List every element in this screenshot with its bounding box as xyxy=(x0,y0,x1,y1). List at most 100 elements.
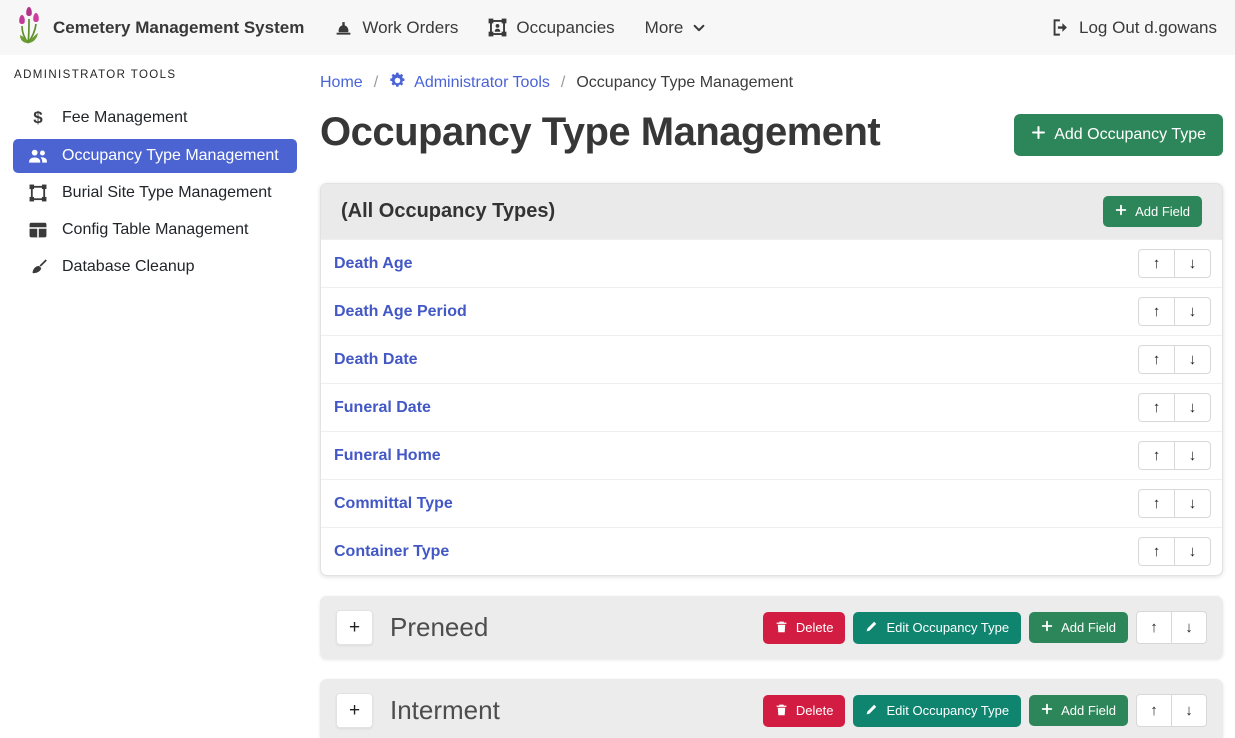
app-window: Cemetery Management System Work Orders xyxy=(0,0,1235,738)
field-link-committal-type[interactable]: Committal Type xyxy=(334,495,453,513)
field-row: Funeral Date ↑ ↓ xyxy=(321,383,1222,431)
field-link-death-age[interactable]: Death Age xyxy=(334,255,413,273)
reorder-buttons: ↑ ↓ xyxy=(1138,441,1211,470)
sidebar-heading: ADMINISTRATOR TOOLS xyxy=(0,61,310,97)
arrow-up-icon: ↑ xyxy=(1153,304,1161,319)
move-up-button[interactable]: ↑ xyxy=(1138,441,1175,470)
expand-button[interactable]: + xyxy=(336,610,373,645)
field-row: Death Age ↑ ↓ xyxy=(321,239,1222,287)
page-title: Occupancy Type Management xyxy=(320,110,880,154)
logout-button[interactable]: Log Out d.gowans xyxy=(1051,18,1217,38)
dollar-icon: $ xyxy=(27,108,49,128)
chevron-down-icon xyxy=(692,21,706,35)
add-field-button[interactable]: Add Field xyxy=(1029,695,1128,726)
arrow-up-icon: ↑ xyxy=(1153,448,1161,463)
arrow-up-icon: ↑ xyxy=(1153,256,1161,271)
delete-label: Delete xyxy=(796,620,834,635)
reorder-buttons: ↑ ↓ xyxy=(1138,489,1211,518)
arrow-up-icon: ↑ xyxy=(1153,496,1161,511)
breadcrumb-home-label: Home xyxy=(320,74,363,92)
move-down-button[interactable]: ↓ xyxy=(1174,249,1211,278)
move-up-button[interactable]: ↑ xyxy=(1138,297,1175,326)
plus-icon xyxy=(1041,703,1053,718)
field-link-funeral-date[interactable]: Funeral Date xyxy=(334,399,431,417)
sidebar-item-occupancy-type-management[interactable]: Occupancy Type Management xyxy=(13,139,297,173)
move-up-button[interactable]: ↑ xyxy=(1136,611,1172,644)
move-up-button[interactable]: ↑ xyxy=(1138,345,1175,374)
gear-icon xyxy=(389,72,406,94)
field-link-death-date[interactable]: Death Date xyxy=(334,351,418,369)
reorder-buttons: ↑ ↓ xyxy=(1138,393,1211,422)
section-actions: Delete Edit Occupancy Type Add Field xyxy=(763,611,1207,644)
nav-work-orders[interactable]: Work Orders xyxy=(334,18,458,38)
breadcrumb-admin-tools-label: Administrator Tools xyxy=(414,74,550,92)
add-occupancy-type-button[interactable]: Add Occupancy Type xyxy=(1014,114,1223,156)
breadcrumb-admin-tools-link[interactable]: Administrator Tools xyxy=(389,72,550,94)
breadcrumb-current: Occupancy Type Management xyxy=(576,74,793,92)
sidebar-item-label: Occupancy Type Management xyxy=(62,147,279,165)
move-up-button[interactable]: ↑ xyxy=(1138,249,1175,278)
reorder-buttons: ↑ ↓ xyxy=(1138,345,1211,374)
app-brand[interactable]: Cemetery Management System xyxy=(16,5,304,50)
add-field-label: Add Field xyxy=(1061,620,1116,635)
breadcrumb-separator: / xyxy=(374,74,378,92)
trash-icon xyxy=(775,703,788,719)
edit-occupancy-type-button[interactable]: Edit Occupancy Type xyxy=(853,612,1021,644)
delete-button[interactable]: Delete xyxy=(763,612,846,644)
reorder-buttons: ↑ ↓ xyxy=(1138,249,1211,278)
expand-button[interactable]: + xyxy=(336,693,373,728)
add-field-button[interactable]: Add Field xyxy=(1029,612,1128,643)
plus-icon xyxy=(1031,125,1046,145)
field-link-container-type[interactable]: Container Type xyxy=(334,543,449,561)
move-up-button[interactable]: ↑ xyxy=(1136,694,1172,727)
field-link-death-age-period[interactable]: Death Age Period xyxy=(334,303,467,321)
reorder-buttons: ↑ ↓ xyxy=(1136,611,1207,644)
arrow-up-icon: ↑ xyxy=(1153,352,1161,367)
arrow-up-icon: ↑ xyxy=(1153,544,1161,559)
edit-occupancy-type-button[interactable]: Edit Occupancy Type xyxy=(853,695,1021,727)
tulip-logo-icon xyxy=(16,5,42,50)
delete-button[interactable]: Delete xyxy=(763,695,846,727)
section-title: Interment xyxy=(390,695,500,726)
plus-icon xyxy=(1041,620,1053,635)
nav-occupancies[interactable]: Occupancies xyxy=(488,18,614,38)
move-down-button[interactable]: ↓ xyxy=(1174,297,1211,326)
top-navbar: Cemetery Management System Work Orders xyxy=(0,0,1235,55)
sidebar-item-database-cleanup[interactable]: Database Cleanup xyxy=(13,250,297,284)
move-up-button[interactable]: ↑ xyxy=(1138,393,1175,422)
sidebar: ADMINISTRATOR TOOLS $ Fee Management Occ… xyxy=(0,55,310,738)
arrow-down-icon: ↓ xyxy=(1189,400,1197,415)
breadcrumb-home-link[interactable]: Home xyxy=(320,74,363,92)
reorder-buttons: ↑ ↓ xyxy=(1138,297,1211,326)
nav-work-orders-label: Work Orders xyxy=(362,18,458,38)
arrow-up-icon: ↑ xyxy=(1150,703,1158,718)
move-up-button[interactable]: ↑ xyxy=(1138,537,1175,566)
broom-icon xyxy=(27,258,49,276)
sidebar-item-fee-management[interactable]: $ Fee Management xyxy=(13,100,297,136)
sign-out-icon xyxy=(1051,18,1070,37)
move-up-button[interactable]: ↑ xyxy=(1138,489,1175,518)
sidebar-item-burial-site-type-management[interactable]: Burial Site Type Management xyxy=(13,176,297,210)
move-down-button[interactable]: ↓ xyxy=(1171,694,1207,727)
add-field-label: Add Field xyxy=(1135,204,1190,219)
move-down-button[interactable]: ↓ xyxy=(1174,441,1211,470)
edit-label: Edit Occupancy Type xyxy=(886,703,1009,718)
trash-icon xyxy=(775,620,788,636)
edit-label: Edit Occupancy Type xyxy=(886,620,1009,635)
arrow-up-icon: ↑ xyxy=(1153,400,1161,415)
add-field-button[interactable]: Add Field xyxy=(1103,196,1202,227)
move-down-button[interactable]: ↓ xyxy=(1174,393,1211,422)
arrow-down-icon: ↓ xyxy=(1189,256,1197,271)
field-row: Death Age Period ↑ ↓ xyxy=(321,287,1222,335)
sidebar-item-label: Fee Management xyxy=(62,109,187,127)
nav-more[interactable]: More xyxy=(645,18,707,38)
users-icon xyxy=(27,148,49,164)
sidebar-item-config-table-management[interactable]: Config Table Management xyxy=(13,213,297,247)
move-down-button[interactable]: ↓ xyxy=(1174,345,1211,374)
field-link-funeral-home[interactable]: Funeral Home xyxy=(334,447,441,465)
move-down-button[interactable]: ↓ xyxy=(1174,537,1211,566)
reorder-buttons: ↑ ↓ xyxy=(1136,694,1207,727)
sidebar-item-label: Burial Site Type Management xyxy=(62,184,272,202)
move-down-button[interactable]: ↓ xyxy=(1174,489,1211,518)
move-down-button[interactable]: ↓ xyxy=(1171,611,1207,644)
